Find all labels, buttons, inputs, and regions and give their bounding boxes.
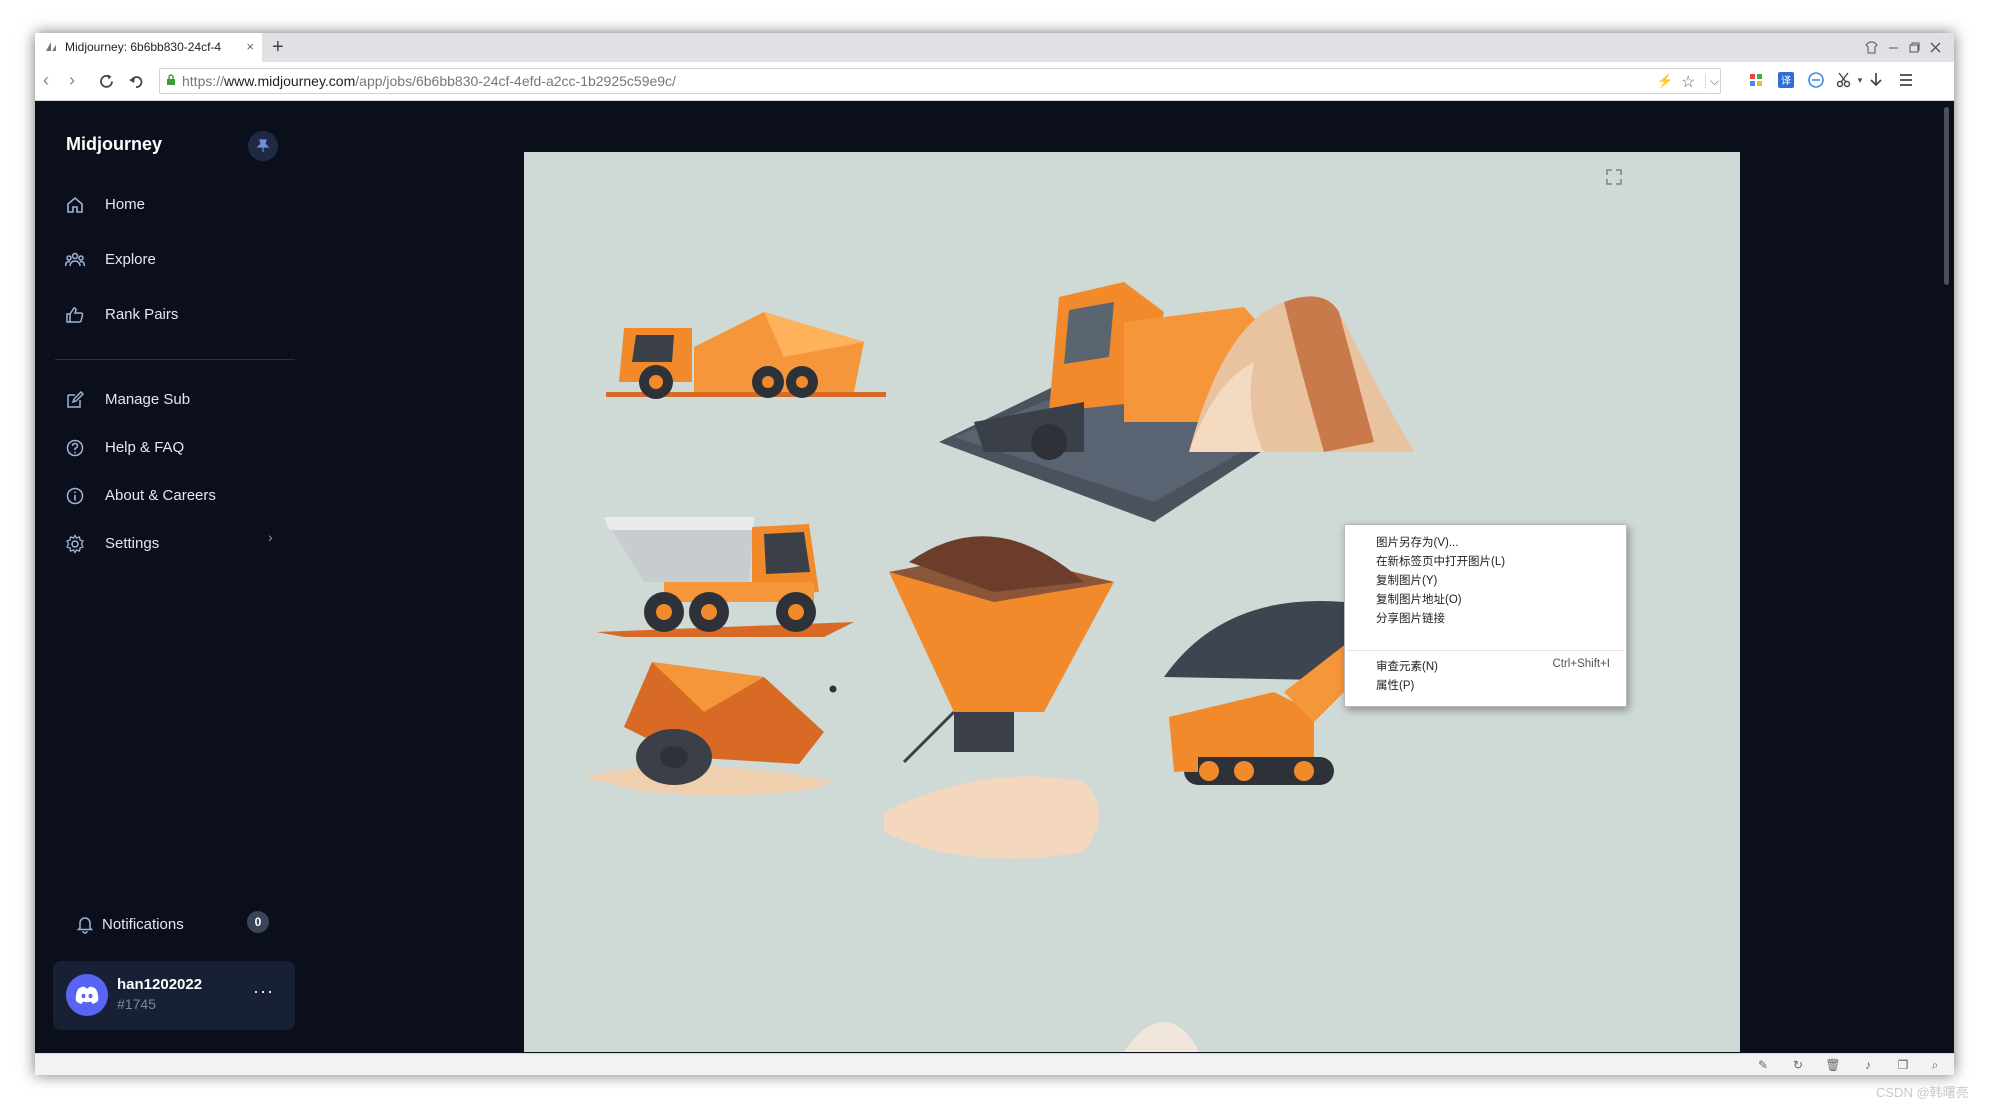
user-more-options-icon[interactable]: ··· xyxy=(253,981,274,1002)
pin-status-icon[interactable]: ✎ xyxy=(1755,1057,1771,1073)
nav-rank-pairs-label: Rank Pairs xyxy=(105,306,179,323)
csdn-watermark: CSDN @韩曙亮 xyxy=(1876,1085,1969,1100)
ctx-inspect-element[interactable]: 审查元素(N) xyxy=(1376,658,1438,674)
nav-home-label: Home xyxy=(105,196,146,213)
nav-explore-label: Explore xyxy=(105,251,156,268)
ctx-open-image-new-tab[interactable]: 在新标签页中打开图片(L) xyxy=(1376,553,1505,569)
people-icon xyxy=(65,252,85,267)
notifications-count-badge: 0 xyxy=(247,911,269,933)
nav-rank-pairs[interactable]: Rank Pairs xyxy=(65,302,265,330)
tab-title: Midjourney: 6b6bb830-24cf-4 xyxy=(65,40,222,54)
status-bar: ✎ ↻ 🗑 ♪ ❐ ⌕ xyxy=(35,1053,1954,1075)
restore-icon[interactable] xyxy=(1908,41,1921,54)
nav-settings-label: Settings xyxy=(105,535,160,552)
reload-icon[interactable] xyxy=(98,73,115,90)
tab-close-icon[interactable]: × xyxy=(246,39,254,54)
user-card[interactable]: han1202022 #1745 ··· xyxy=(53,961,295,1030)
user-discriminator: #1745 xyxy=(117,996,156,1012)
brand-title[interactable]: Midjourney xyxy=(66,134,162,155)
browser-window: Midjourney: 6b6bb830-24cf-4 × + ‹ › http… xyxy=(35,33,1954,1075)
refresh-status-icon[interactable]: ↻ xyxy=(1790,1057,1806,1073)
info-icon xyxy=(66,487,84,505)
ctx-copy-image[interactable]: 复制图片(Y) xyxy=(1376,572,1437,588)
minimize-icon[interactable] xyxy=(1887,41,1900,54)
thumbs-up-icon xyxy=(66,307,84,323)
nav-help-faq-label: Help & FAQ xyxy=(105,439,185,456)
nav-manage-sub-label: Manage Sub xyxy=(105,391,191,408)
browser-tab[interactable]: Midjourney: 6b6bb830-24cf-4 × xyxy=(35,33,262,62)
nav-home[interactable]: Home xyxy=(65,192,265,220)
ctx-separator xyxy=(1347,650,1624,651)
lightning-icon[interactable]: ⚡ xyxy=(1657,73,1673,89)
url-text: https://www.midjourney.com/app/jobs/6b6b… xyxy=(182,73,676,89)
apps-grid-icon[interactable] xyxy=(1747,71,1765,89)
svg-text:译: 译 xyxy=(1781,75,1791,87)
nav-help-faq[interactable]: Help & FAQ xyxy=(65,435,265,463)
tab-bar: Midjourney: 6b6bb830-24cf-4 × + xyxy=(35,33,1954,62)
midjourney-favicon-icon xyxy=(46,42,56,51)
zoom-icon[interactable]: ⌕ xyxy=(1927,1057,1943,1073)
nav-about-careers-label: About & Careers xyxy=(105,487,216,504)
nav-explore[interactable]: Explore xyxy=(65,247,265,275)
sidebar-divider xyxy=(55,359,295,360)
url-field[interactable]: https://www.midjourney.com/app/jobs/6b6b… xyxy=(159,68,1721,94)
settings-chevron-right-icon[interactable]: › xyxy=(268,529,273,545)
nav-about-careers[interactable]: About & Careers xyxy=(65,483,265,511)
edit-icon xyxy=(67,390,85,408)
expand-icon[interactable] xyxy=(1604,167,1624,187)
download-icon[interactable] xyxy=(1867,71,1885,89)
url-path: /app/jobs/6b6bb830-24cf-4efd-a2cc-1b2925… xyxy=(355,73,676,89)
midjourney-app: Midjourney Home Explore Rank Pairs Manag… xyxy=(35,101,1954,1053)
translate-icon[interactable]: 译 xyxy=(1777,71,1795,89)
volume-icon[interactable]: ♪ xyxy=(1860,1057,1876,1073)
bookmark-star-icon[interactable]: ☆ xyxy=(1681,72,1695,92)
page-scrollbar[interactable] xyxy=(1944,107,1949,285)
nav-manage-sub[interactable]: Manage Sub xyxy=(65,387,265,415)
nav-settings[interactable]: Settings xyxy=(65,531,265,559)
home-icon xyxy=(67,196,83,213)
sidebar: Midjourney Home Explore Rank Pairs Manag… xyxy=(35,101,297,1053)
address-toolbar: ‹ › https://www.midjourney.com/app/jobs/… xyxy=(35,62,1954,101)
new-tab-button[interactable]: + xyxy=(272,35,284,59)
notifications-label: Notifications xyxy=(102,916,184,933)
url-protocol: https:// xyxy=(182,73,225,89)
forward-icon[interactable]: › xyxy=(69,70,75,90)
ctx-inspect-shortcut: Ctrl+Shift+I xyxy=(1552,658,1610,670)
discord-avatar-icon xyxy=(66,974,108,1016)
dropdown-chevron-icon[interactable]: ⌵ xyxy=(1705,74,1719,89)
secure-lock-icon xyxy=(167,74,175,85)
help-icon xyxy=(66,439,84,457)
close-window-icon[interactable] xyxy=(1929,41,1942,54)
gear-icon xyxy=(66,534,84,554)
pin-icon[interactable] xyxy=(248,131,278,161)
skin-icon[interactable] xyxy=(1865,41,1878,54)
username: han1202022 xyxy=(117,976,203,993)
window-icon[interactable]: ❐ xyxy=(1895,1057,1911,1073)
bell-icon xyxy=(76,917,94,934)
back-icon[interactable]: ‹ xyxy=(43,70,49,90)
ctx-save-image-as[interactable]: 图片另存为(V)... xyxy=(1376,534,1458,550)
undo-close-tab-icon[interactable] xyxy=(128,73,145,90)
ctx-share-image-link[interactable]: 分享图片链接 xyxy=(1376,610,1445,626)
ctx-properties[interactable]: 属性(P) xyxy=(1376,677,1414,693)
context-menu: 图片另存为(V)... 在新标签页中打开图片(L) 复制图片(Y) 复制图片地址… xyxy=(1344,524,1627,707)
notifications-button[interactable]: Notifications xyxy=(75,910,315,940)
trash-icon[interactable]: 🗑 xyxy=(1825,1057,1841,1073)
menu-icon[interactable] xyxy=(1897,71,1915,89)
url-host: www.midjourney.com xyxy=(224,73,356,89)
chat-bubble-icon[interactable] xyxy=(1807,71,1825,89)
ctx-copy-image-address[interactable]: 复制图片地址(O) xyxy=(1376,591,1462,607)
